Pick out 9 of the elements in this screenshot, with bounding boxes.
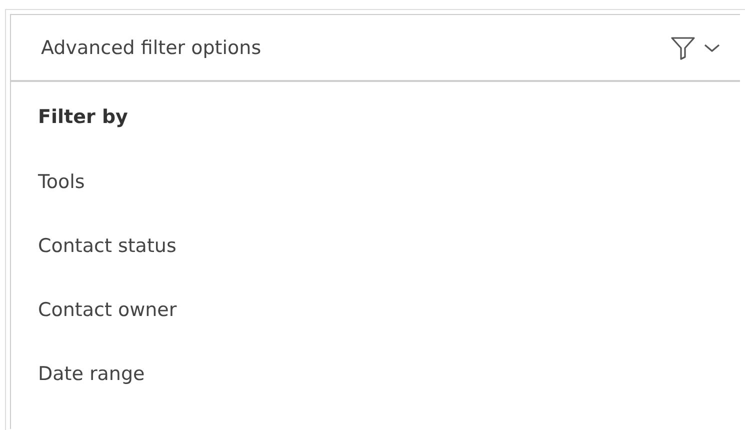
filter-header[interactable]: Advanced filter options <box>11 15 740 82</box>
filter-option[interactable]: Contact owner <box>38 295 740 325</box>
chevron-icon[interactable] <box>704 42 720 52</box>
filter-option[interactable]: Date range <box>38 359 740 389</box>
filter-option[interactable]: Tools <box>38 167 740 197</box>
header-title: Advanced filter options <box>41 36 262 58</box>
filter-option[interactable]: Contact status <box>38 231 740 261</box>
filter-icon[interactable] <box>671 36 695 60</box>
section-heading: Filter by <box>38 105 129 130</box>
